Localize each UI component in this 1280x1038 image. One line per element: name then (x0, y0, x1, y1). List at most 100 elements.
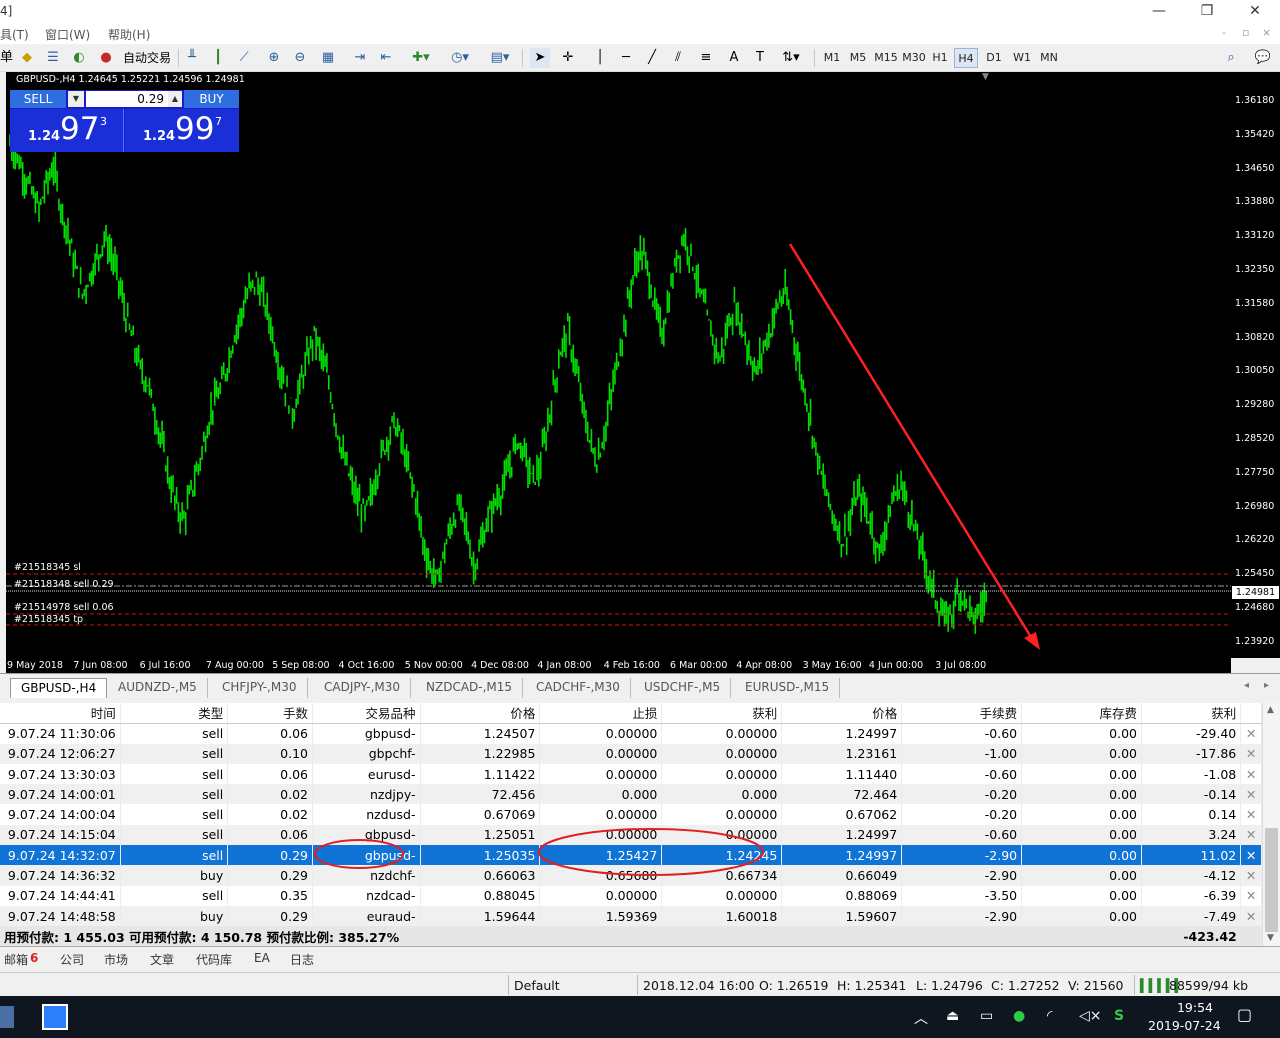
tab-articles[interactable]: 文章 (150, 951, 174, 968)
auto-trade-icon[interactable]: ● (96, 48, 116, 68)
menu-window[interactable]: 窗口(W) (45, 26, 90, 43)
time-tick-label: 7 Aug 00:00 (205, 660, 264, 671)
tab-usdchf-m5[interactable]: USDCHF-,M5 (634, 678, 732, 698)
navigator-icon[interactable]: ☰ (42, 48, 64, 68)
line-chart-icon[interactable]: ⟋ (234, 48, 254, 68)
periods-icon[interactable]: ◷▾ (446, 48, 474, 68)
horizontal-line-icon[interactable]: ─ (616, 48, 636, 68)
tab-ea[interactable]: EA (254, 951, 270, 965)
lot-down-icon[interactable]: ▼ (68, 91, 84, 107)
tray-volume-icon[interactable]: ◁× (1079, 1008, 1102, 1024)
tab-cadjpy-m30[interactable]: CADJPY-,M30 (314, 678, 412, 698)
lot-up-icon[interactable]: ▲ (168, 91, 182, 107)
candlestick-icon[interactable]: ┃ (208, 48, 228, 68)
clock-time[interactable]: 19:54 (1160, 1000, 1230, 1015)
timeframe-w1[interactable]: W1 (1010, 48, 1034, 68)
clock-date[interactable]: 2019-07-24 (1148, 1018, 1221, 1033)
tab-chfjpy-m30[interactable]: CHFJPY-,M30 (212, 678, 308, 698)
zoom-in-icon[interactable]: ⊕ (264, 48, 284, 68)
scroll-up-icon[interactable]: ▲ (1267, 705, 1274, 715)
tab-nzdcad-m15[interactable]: NZDCAD-,M15 (416, 678, 524, 698)
tab-market[interactable]: 市场 (104, 951, 128, 968)
price-tick-label: 1.26220 (1235, 534, 1275, 546)
menu-tools[interactable]: 具(T) (0, 26, 29, 43)
lot-size-input[interactable]: 0.29 (86, 91, 168, 107)
buy-price[interactable]: 1.24 99 7 (125, 109, 239, 152)
tray-wechat-icon[interactable]: ● (1013, 1008, 1025, 1024)
status-high: H: 1.25341 (837, 978, 907, 993)
buy-button[interactable]: BUY (184, 90, 239, 108)
mdi-restore-icon[interactable]: ▫ (1242, 26, 1249, 39)
time-tick-label: 4 Oct 16:00 (338, 660, 395, 671)
tile-windows-icon[interactable]: ▦ (318, 48, 338, 68)
chart-shift-icon[interactable]: ⇥ (350, 48, 370, 68)
timeframe-m1[interactable]: M1 (820, 48, 844, 68)
terminal-icon[interactable]: ◐ (68, 48, 90, 68)
chart-shift-marker-icon[interactable]: ▼ (982, 72, 989, 82)
timeframe-h1[interactable]: H1 (928, 48, 952, 68)
trendline-icon[interactable]: ╱ (642, 48, 662, 68)
price-series (9, 134, 988, 634)
minimize-button[interactable]: — (1136, 0, 1182, 24)
mt4-taskbar-icon[interactable] (42, 1004, 68, 1030)
crosshair-icon[interactable]: ✛ (558, 48, 578, 68)
tab-journal[interactable]: 日志 (290, 951, 314, 968)
time-tick-label: 6 Mar 00:00 (670, 660, 728, 671)
tray-expand-icon[interactable]: ︿ (914, 1008, 928, 1028)
cursor-icon[interactable]: ➤ (530, 48, 550, 68)
maximize-button[interactable]: ❐ (1184, 0, 1230, 24)
tray-wifi-icon[interactable]: ◜ (1047, 1008, 1052, 1024)
tray-screen-icon[interactable]: ⏏ (946, 1008, 959, 1024)
notification-icon[interactable]: ▢ (1237, 1005, 1252, 1024)
price-tick-label: 1.31580 (1235, 297, 1275, 309)
mdi-minimize-icon[interactable]: - (1222, 26, 1226, 39)
tab-cadchf-m30[interactable]: CADCHF-,M30 (526, 678, 631, 698)
channel-icon[interactable]: ⫽ (668, 48, 688, 68)
timeframe-h4[interactable]: H4 (954, 48, 978, 68)
tab-mailbox[interactable]: 邮箱 (4, 951, 28, 968)
mdi-close-icon[interactable]: × (1262, 26, 1271, 39)
price-chart[interactable]: GBPUSD-,H4 1.24645 1.25221 1.24596 1.249… (6, 72, 1231, 658)
close-button[interactable]: ✕ (1232, 0, 1278, 24)
scroll-thumb[interactable] (1265, 828, 1278, 932)
menu-help[interactable]: 帮助(H) (108, 26, 150, 43)
bar-chart-icon[interactable]: ╨ (182, 48, 202, 68)
sell-price[interactable]: 1.24 97 3 (10, 109, 124, 152)
tab-gbpusd-h4[interactable]: GBPUSD-,H4 (10, 678, 108, 698)
chat-icon[interactable]: 💬 (1250, 48, 1276, 68)
timeframe-m30[interactable]: M30 (900, 48, 928, 68)
toolbar: 单 ◆ ☰ ◐ ● 自动交易 ╨ ┃ ⟋ ⊕ ⊖ ▦ ⇥ ⇤ ✚▾ ◷▾ ▤▾ … (0, 44, 1280, 72)
timeframe-m15[interactable]: M15 (872, 48, 900, 68)
fibonacci-icon[interactable]: ≡ (696, 48, 716, 68)
arrows-icon[interactable]: ⇅▾ (776, 48, 806, 68)
time-tick-label: 5 Nov 00:00 (404, 660, 463, 671)
scroll-down-icon[interactable]: ▼ (1267, 933, 1274, 943)
search-icon[interactable]: ⌕ (1220, 48, 1242, 68)
tray-security-icon[interactable]: S (1114, 1008, 1124, 1024)
market-watch-icon[interactable]: ◆ (16, 48, 38, 68)
zoom-out-icon[interactable]: ⊖ (290, 48, 310, 68)
taskbar-app-icon[interactable] (0, 1006, 14, 1028)
status-close: C: 1.27252 (991, 978, 1060, 993)
tab-audnzd-m5[interactable]: AUDNZD-,M5 (108, 678, 208, 698)
timeframe-mn[interactable]: MN (1036, 48, 1062, 68)
text-label-icon[interactable]: T (750, 48, 770, 68)
chart-tabs: GBPUSD-,H4 AUDNZD-,M5 CHFJPY-,M30 CADJPY… (0, 673, 1280, 699)
tray-battery-icon[interactable]: ▭ (980, 1008, 993, 1024)
timeframe-d1[interactable]: D1 (982, 48, 1006, 68)
templates-icon[interactable]: ▤▾ (486, 48, 514, 68)
tab-company[interactable]: 公司 (60, 951, 84, 968)
new-order-label[interactable]: 单 (0, 48, 13, 68)
auto-trade-button[interactable]: 自动交易 (118, 48, 176, 68)
tab-eurusd-m15[interactable]: EURUSD-,M15 (735, 678, 841, 698)
tab-scroll-left-icon[interactable]: ◂ (1244, 680, 1249, 691)
table-scrollbar[interactable]: ▲ ▼ (1262, 703, 1280, 946)
text-icon[interactable]: A (724, 48, 744, 68)
tab-code-base[interactable]: 代码库 (196, 951, 232, 968)
sell-button[interactable]: SELL (10, 90, 66, 108)
timeframe-m5[interactable]: M5 (846, 48, 870, 68)
vertical-line-icon[interactable]: │ (590, 48, 610, 68)
tab-scroll-right-icon[interactable]: ▸ (1264, 680, 1269, 691)
indicators-icon[interactable]: ✚▾ (408, 48, 434, 68)
autoscroll-icon[interactable]: ⇤ (376, 48, 396, 68)
